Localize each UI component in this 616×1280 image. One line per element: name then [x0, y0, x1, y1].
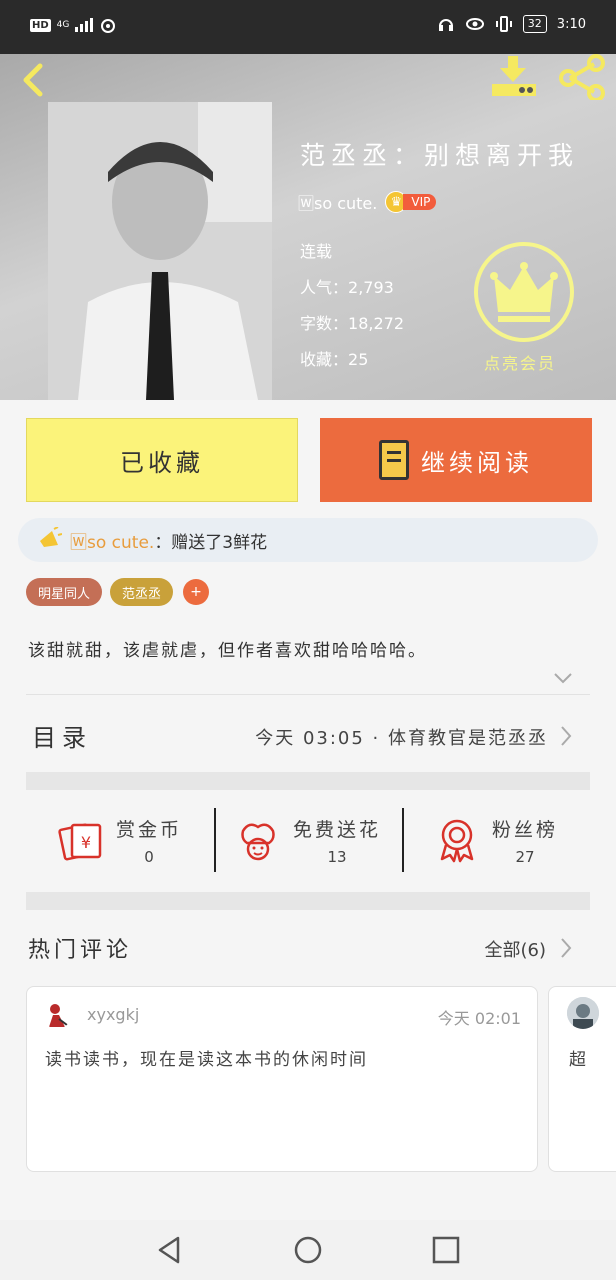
author-name[interactable]: 🅆so cute.: [298, 190, 377, 214]
nav-back-icon[interactable]: [154, 1234, 186, 1266]
chevron-down-icon[interactable]: [552, 670, 574, 686]
book-title: 范丞丞：别想离开我: [300, 141, 580, 170]
words-row: 字数：18,272: [300, 310, 404, 334]
words-label: 字数：: [300, 314, 349, 333]
comment-time: 今天 02:01: [437, 1009, 521, 1028]
battery-icon: 32: [522, 15, 547, 33]
stat-value: 27: [515, 847, 535, 866]
avatar: [43, 1001, 71, 1029]
book-cover[interactable]: [48, 102, 272, 400]
reward-coins-button[interactable]: ¥ 赏金币 0: [26, 800, 214, 880]
popularity-label: 人气：: [300, 278, 349, 297]
comment-card[interactable]: xyxgkj 今天 02:01 读书读书，现在是读这本书的休闲时间: [26, 986, 538, 1172]
book-header: 范丞丞：别想离开我 🅆so cute. ♛ VIP 连载 人气：2,793 字数…: [0, 54, 616, 400]
comment-text: 读书读书，现在是读这本书的休闲时间: [45, 1050, 368, 1070]
favorites-row: 收藏：25: [300, 346, 368, 370]
favorited-label: 已收藏: [120, 448, 204, 477]
coin-reward-icon: ¥: [58, 823, 102, 861]
gift-horn-icon: [40, 527, 62, 547]
clock: 3:10: [556, 16, 586, 32]
stat-value: 13: [327, 847, 347, 866]
popularity-value: 2,793: [348, 278, 394, 297]
divider: [26, 694, 590, 695]
popularity-row: 人气：2,793: [300, 274, 394, 298]
gift-user: 🅆so cute.: [70, 532, 155, 553]
book-icon: [379, 440, 409, 480]
hot-comments-title: 热门评论: [28, 938, 133, 963]
continue-reading-label: 继续阅读: [421, 448, 533, 477]
vip-badge: ♛ VIP: [385, 191, 437, 213]
gift-text: ：赠送了3鲜花: [154, 532, 268, 553]
status-right: 32 3:10: [437, 15, 586, 33]
stat-label: 粉丝榜: [491, 818, 558, 841]
fan-badge-icon: [440, 819, 474, 863]
nav-recents-icon[interactable]: [430, 1234, 462, 1266]
svg-text:¥: ¥: [81, 833, 91, 852]
continue-reading-button[interactable]: 继续阅读: [320, 418, 592, 502]
favorites-label: 收藏：: [300, 350, 349, 369]
stat-value: 0: [144, 847, 154, 866]
comment-card[interactable]: 超: [548, 986, 616, 1172]
latest-chapter[interactable]: 今天 03:05 · 体育教官是范丞丞: [255, 724, 548, 750]
toc-label[interactable]: 目录: [32, 718, 92, 753]
notification-icon: [101, 19, 116, 33]
favorites-value: 25: [348, 350, 369, 369]
vip-label: VIP: [403, 194, 437, 210]
comment-user: xyxgkj: [87, 1005, 140, 1024]
favorited-button[interactable]: 已收藏: [26, 418, 298, 502]
author-row: 🅆so cute. ♛ VIP: [298, 190, 437, 214]
stat-label: 免费送花: [292, 818, 381, 841]
stat-label: 赏金币: [115, 818, 182, 841]
tag-item[interactable]: 明星同人: [26, 578, 103, 606]
gift-notice[interactable]: 🅆so cute. ：赠送了3鲜花: [18, 518, 598, 562]
fan-ranking-button[interactable]: 粉丝榜 27: [402, 800, 590, 880]
free-flower-button[interactable]: 免费送花 13: [214, 800, 402, 880]
avatar: [567, 997, 599, 1029]
tag-item[interactable]: 范丞丞: [110, 578, 174, 606]
serial-status: 连载: [300, 242, 333, 261]
eye-icon: [465, 18, 484, 30]
chevron-right-icon[interactable]: [558, 724, 574, 748]
hd-indicator: HD: [30, 18, 51, 32]
network-type: 4G: [56, 19, 70, 30]
book-description: 该甜就甜，该虐就虐，但作者喜欢甜哈哈哈哈。: [28, 641, 427, 661]
add-tag-button[interactable]: +: [183, 579, 210, 605]
status-bar: HD 4G 32 3:10: [0, 0, 616, 54]
nav-home-icon[interactable]: [292, 1234, 324, 1266]
chevron-right-icon[interactable]: [558, 936, 574, 960]
tag-list: 明星同人 范丞丞 +: [26, 578, 210, 606]
download-icon[interactable]: [488, 54, 540, 100]
stats-row: ¥ 赏金币 0 免费送花 13 粉丝榜 27: [26, 800, 590, 880]
all-comments-link[interactable]: 全部(6): [485, 936, 547, 962]
signal-icon: [75, 18, 94, 32]
status-left: HD 4G: [30, 16, 117, 34]
member-button[interactable]: [474, 242, 574, 342]
back-icon[interactable]: [14, 60, 54, 100]
system-nav-bar: [0, 1220, 616, 1280]
headphone-icon: [438, 19, 453, 31]
section-separator: [26, 772, 590, 790]
flower-icon: [241, 823, 275, 861]
cover-image: [48, 102, 272, 400]
comment-text: 超: [569, 1050, 586, 1070]
share-icon[interactable]: [556, 54, 608, 100]
crown-icon: [490, 262, 558, 322]
vibrate-icon: [495, 16, 512, 32]
section-separator: [26, 892, 590, 910]
words-value: 18,272: [348, 314, 404, 333]
member-label[interactable]: 点亮会员: [484, 350, 556, 374]
